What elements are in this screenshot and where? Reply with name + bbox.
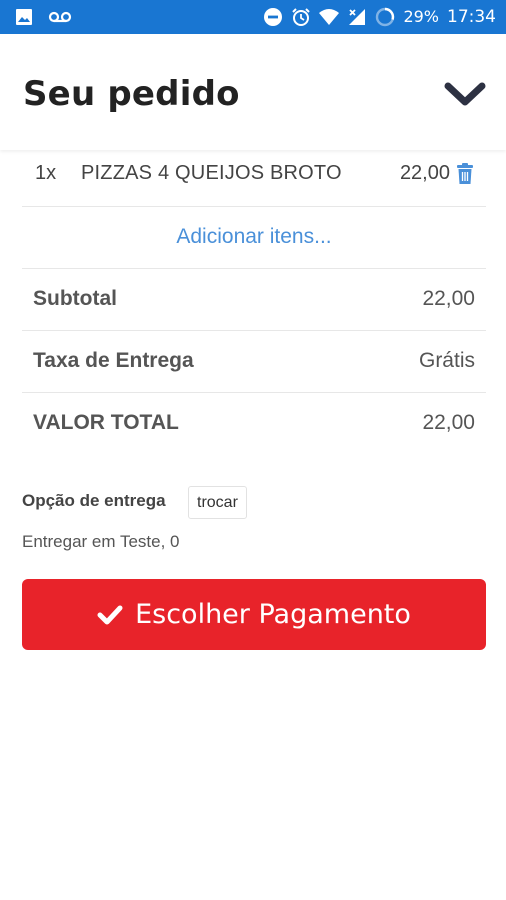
image-icon — [16, 9, 32, 25]
subtotal-value: 22,00 — [422, 287, 475, 310]
add-items-link[interactable]: Adicionar itens... — [176, 225, 331, 249]
order-item-row: 1x PIZZAS 4 QUEIJOS BROTO 22,00 — [22, 150, 486, 207]
alarm-icon — [292, 8, 311, 26]
dnd-icon — [264, 8, 283, 26]
subtotal-row: Subtotal 22,00 — [22, 269, 486, 331]
battery-percentage: 29% — [403, 7, 439, 26]
item-quantity: 1x — [35, 162, 57, 184]
item-price: 22,00 — [399, 162, 450, 184]
delivery-fee-row: Taxa de Entrega Grátis — [22, 331, 486, 393]
voicemail-icon — [48, 11, 72, 23]
delivery-option-label: Opção de entrega — [22, 491, 166, 510]
choose-payment-button[interactable]: Escolher Pagamento — [22, 579, 486, 650]
item-name: PIZZAS 4 QUEIJOS BROTO — [81, 162, 342, 184]
subtotal-label: Subtotal — [33, 287, 117, 310]
page-title: Seu pedido — [23, 74, 240, 114]
status-bar: 29% 17:34 — [0, 0, 506, 34]
order-header: Seu pedido — [0, 34, 506, 150]
total-label: VALOR TOTAL — [33, 411, 179, 434]
delivery-fee-label: Taxa de Entrega — [33, 349, 194, 372]
chevron-down-icon[interactable] — [444, 80, 486, 110]
total-row: VALOR TOTAL 22,00 — [22, 393, 486, 455]
battery-ring-icon — [376, 7, 395, 27]
clock: 17:34 — [447, 7, 496, 27]
total-value: 22,00 — [422, 411, 475, 434]
signal-icon — [349, 9, 366, 25]
wifi-icon — [319, 9, 340, 25]
trash-icon[interactable] — [456, 163, 474, 185]
delivery-fee-value: Grátis — [418, 349, 475, 372]
swap-delivery-button[interactable]: trocar — [188, 486, 247, 519]
add-items-row: Adicionar itens... — [22, 207, 486, 269]
check-icon — [97, 605, 123, 624]
choose-payment-label: Escolher Pagamento — [135, 599, 411, 630]
delivery-address: Entregar em Teste, 0 — [22, 532, 180, 551]
